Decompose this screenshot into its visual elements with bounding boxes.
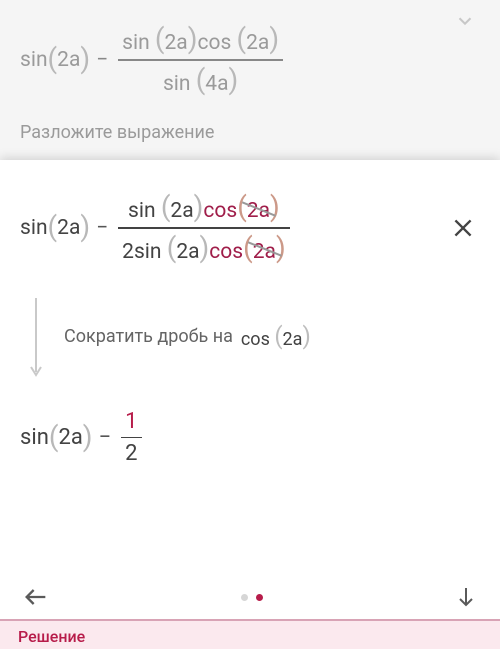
- chevron-down-icon[interactable]: [454, 10, 476, 32]
- prev-step-button[interactable]: [22, 583, 50, 611]
- step-description: Сократить дробь на cos (2a): [28, 296, 480, 378]
- arg: 2a: [57, 48, 80, 72]
- problem-subtitle: Разложите выражение: [20, 122, 480, 143]
- paren-close: ): [80, 42, 90, 75]
- pagination-dots: [241, 594, 263, 601]
- fraction-expanded: sin (2a)cos(2a) 2sin (2a)cos(2a): [118, 188, 290, 268]
- fraction: sin (2a)cos (2a) sin (4a): [118, 20, 283, 100]
- next-step-button[interactable]: [454, 583, 478, 611]
- cancelled-factor-bottom: (2a): [243, 232, 286, 265]
- solution-panel: sin (2a) − sin (2a)cos(2a) 2sin (2a)cos(…: [0, 160, 500, 649]
- background-problem-panel: sin ( 2a ) − sin (2a)cos (2a) sin (4a) Р…: [0, 0, 500, 175]
- footer-label: Решение: [18, 627, 85, 646]
- arrow-down-icon: [28, 296, 44, 378]
- close-button[interactable]: [446, 211, 480, 245]
- original-expression: sin ( 2a ) − sin (2a)cos (2a) sin (4a): [20, 0, 480, 100]
- page-dot[interactable]: [241, 594, 248, 601]
- minus: −: [96, 48, 108, 72]
- page-dot-active[interactable]: [256, 594, 263, 601]
- numerator-one: 1: [121, 406, 141, 437]
- paren-open: (: [48, 42, 58, 75]
- sin-fn: sin: [20, 48, 48, 72]
- step-navigation: [0, 583, 500, 611]
- cancelled-factor-top: (2a): [237, 191, 280, 224]
- sin-fn: sin: [20, 216, 48, 240]
- step-text-label: Сократить дробь на: [64, 326, 233, 347]
- denominator-two: 2: [121, 438, 141, 469]
- result-expression: sin (2a) − 1 2: [20, 406, 480, 470]
- fraction-half: 1 2: [121, 406, 141, 470]
- expanded-expression: sin (2a) − sin (2a)cos(2a) 2sin (2a)cos(…: [20, 188, 294, 268]
- solution-footer[interactable]: Решение: [0, 619, 500, 649]
